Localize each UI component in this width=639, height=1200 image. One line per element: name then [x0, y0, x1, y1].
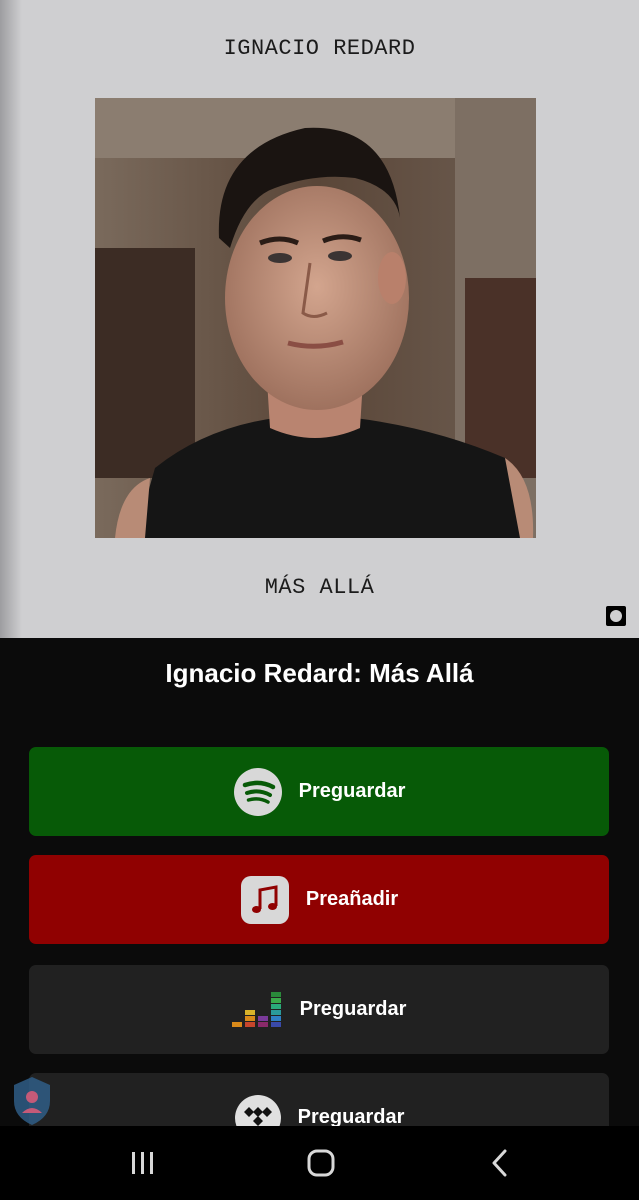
artist-portrait-image	[95, 98, 536, 538]
tidal-presave-button[interactable]: Preguardar	[29, 1073, 609, 1126]
back-icon[interactable]	[480, 1146, 520, 1180]
circle-badge-icon	[606, 606, 626, 626]
shield-icon[interactable]	[12, 1075, 52, 1127]
tidal-button-label: Preguardar	[297, 1106, 405, 1126]
deezer-icon	[231, 991, 284, 1028]
tidal-icon	[234, 1094, 282, 1126]
presave-panel: Ignacio Redard: Más Allá Preguardar Prea…	[0, 638, 639, 1126]
apple-music-presave-button[interactable]: Preañadir	[29, 855, 609, 944]
deezer-button-label: Preguardar	[299, 998, 407, 1020]
release-title: Ignacio Redard: Más Allá	[165, 658, 474, 688]
apple-music-button-label: Preañadir	[305, 888, 399, 910]
spotify-button-label: Preguardar	[298, 780, 406, 802]
spotify-icon	[233, 767, 283, 817]
recent-apps-icon[interactable]	[123, 1146, 163, 1180]
artwork-edge-shadow	[0, 0, 22, 638]
artwork-artist-text: IGNACIO REDARD	[223, 36, 416, 61]
album-artwork: IGNACIO REDARD MÁS ALLÁ	[0, 0, 639, 638]
system-navigation-bar	[0, 1126, 639, 1200]
home-icon[interactable]	[301, 1146, 341, 1180]
artwork-album-text: MÁS ALLÁ	[264, 575, 375, 600]
deezer-presave-button[interactable]: Preguardar	[29, 965, 609, 1054]
apple-music-icon	[240, 875, 290, 925]
spotify-presave-button[interactable]: Preguardar	[29, 747, 609, 836]
